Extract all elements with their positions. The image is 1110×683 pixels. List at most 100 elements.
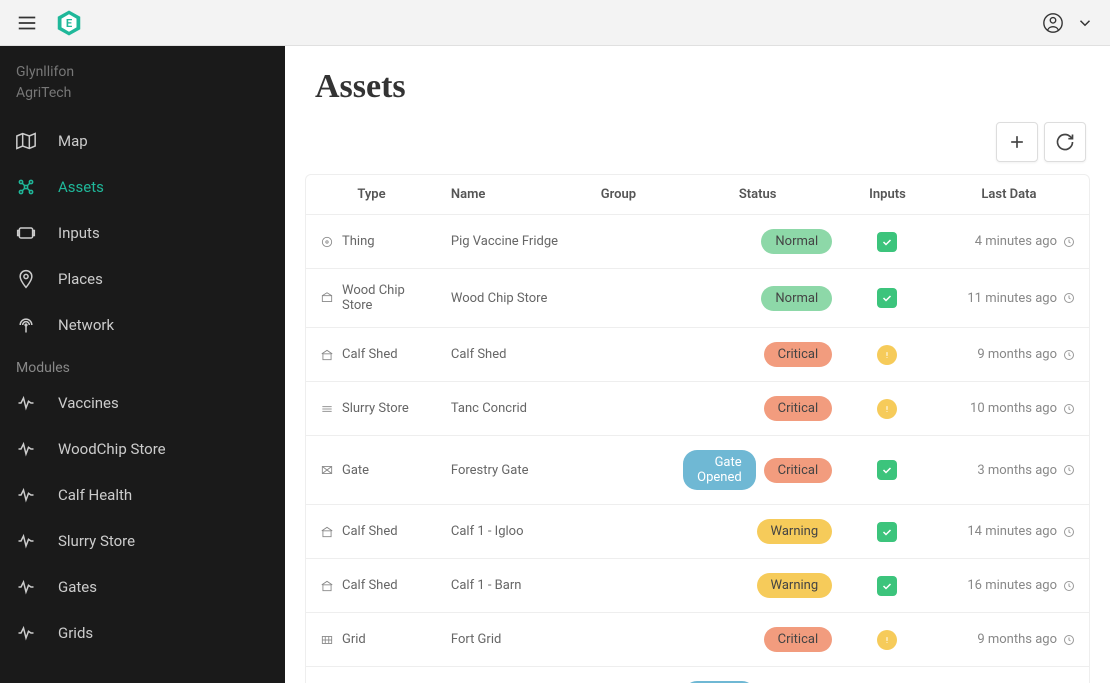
- sidebar-item-assets[interactable]: Assets: [0, 164, 285, 210]
- dropdown-icon[interactable]: [1076, 14, 1094, 32]
- sidebar-item-places[interactable]: Places: [0, 256, 285, 302]
- group-cell: [587, 559, 669, 613]
- type-label: Calf Shed: [342, 578, 398, 593]
- type-label: Slurry Store: [342, 401, 409, 416]
- group-cell: [587, 382, 669, 436]
- sidebar-item-inputs[interactable]: Inputs: [0, 210, 285, 256]
- sidebar-item-map[interactable]: Map: [0, 118, 285, 164]
- type-label: Thing: [342, 234, 375, 249]
- group-cell: [587, 505, 669, 559]
- table-row[interactable]: Grid Fort Grid Critical 9 months ago: [306, 613, 1089, 667]
- inputs-cell: [846, 667, 929, 683]
- status-cell: Critical: [683, 627, 832, 652]
- status-cell: Warning: [683, 519, 832, 544]
- last-data-text: 4 minutes ago: [975, 234, 1057, 249]
- pulse-icon: [16, 531, 36, 551]
- sidebar-module-gates[interactable]: Gates: [0, 564, 285, 610]
- sidebar-module-vaccines[interactable]: Vaccines: [0, 380, 285, 426]
- sidebar-item-label: Grids: [58, 624, 93, 642]
- name-cell: Wood Chip Store: [437, 269, 587, 328]
- header-name[interactable]: Name: [437, 175, 587, 215]
- group-cell: [587, 215, 669, 269]
- table-row[interactable]: Gate Main Gate Gate OpenedCritical 2 hou…: [306, 667, 1089, 683]
- last-data-text: 11 minutes ago: [967, 291, 1057, 306]
- add-button[interactable]: [996, 122, 1038, 162]
- name-cell: Tanc Concrid: [437, 382, 587, 436]
- header-group[interactable]: Group: [587, 175, 669, 215]
- table-row[interactable]: Calf Shed Calf 1 - Igloo Warning 14 minu…: [306, 505, 1089, 559]
- table-row[interactable]: Wood Chip Store Wood Chip Store Normal 1…: [306, 269, 1089, 328]
- assets-icon: [16, 177, 36, 197]
- topbar-right: [1042, 12, 1094, 34]
- name-cell: Pig Vaccine Fridge: [437, 215, 587, 269]
- status-badge-critical: Critical: [764, 627, 832, 652]
- page-title: Assets: [285, 46, 1110, 116]
- clock-icon: [1063, 526, 1075, 538]
- clock-icon: [1063, 349, 1075, 361]
- org-line1: Glynllifon: [16, 62, 269, 83]
- table-row[interactable]: Slurry Store Tanc Concrid Critical 10 mo…: [306, 382, 1089, 436]
- sidebar-item-label: Network: [58, 316, 114, 334]
- sidebar-module-grids[interactable]: Grids: [0, 610, 285, 656]
- status-cell: Warning: [683, 573, 832, 598]
- sidebar-item-label: Map: [58, 132, 88, 150]
- last-data-text: 9 months ago: [977, 347, 1057, 362]
- menu-icon[interactable]: [16, 12, 38, 34]
- refresh-button[interactable]: [1044, 122, 1086, 162]
- last-data-text: 16 minutes ago: [967, 578, 1057, 593]
- status-badge-normal: Normal: [761, 286, 832, 311]
- type-label: Gate: [342, 463, 369, 478]
- table-row[interactable]: Calf Shed Calf 1 - Barn Warning 16 minut…: [306, 559, 1089, 613]
- toolbar: [285, 116, 1110, 174]
- sidebar-item-label: Inputs: [58, 224, 100, 242]
- logo-icon[interactable]: E: [54, 8, 84, 38]
- pulse-icon: [16, 577, 36, 597]
- status-badge-critical: Critical: [764, 396, 832, 421]
- last-data-cell: 9 months ago: [943, 347, 1075, 362]
- status-badge-info: Gate Opened: [683, 450, 756, 490]
- last-data-cell: 11 minutes ago: [943, 291, 1075, 306]
- user-icon[interactable]: [1042, 12, 1064, 34]
- sidebar-item-label: Assets: [58, 178, 104, 196]
- input-ok-icon: [877, 288, 897, 308]
- last-data-text: 10 months ago: [970, 401, 1057, 416]
- table-row[interactable]: Gate Forestry Gate Gate OpenedCritical 3…: [306, 436, 1089, 505]
- places-icon: [16, 269, 36, 289]
- clock-icon: [1063, 634, 1075, 646]
- header-inputs[interactable]: Inputs: [846, 175, 929, 215]
- sidebar-module-calf-health[interactable]: Calf Health: [0, 472, 285, 518]
- inputs-cell: [846, 436, 929, 505]
- svg-text:E: E: [66, 16, 73, 29]
- table-row[interactable]: Thing Pig Vaccine Fridge Normal 4 minute…: [306, 215, 1089, 269]
- input-ok-icon: [877, 460, 897, 480]
- type-cell: Calf Shed: [320, 578, 423, 593]
- topbar-left: E: [16, 8, 84, 38]
- input-ok-icon: [877, 576, 897, 596]
- group-cell: [587, 269, 669, 328]
- name-cell: Forestry Gate: [437, 436, 587, 505]
- input-warn-icon: [877, 345, 897, 365]
- sidebar-item-label: Vaccines: [58, 394, 119, 412]
- table-row[interactable]: Calf Shed Calf Shed Critical 9 months ag…: [306, 328, 1089, 382]
- sidebar-module-woodchip-store[interactable]: WoodChip Store: [0, 426, 285, 472]
- map-icon: [16, 131, 36, 151]
- pulse-icon: [16, 393, 36, 413]
- clock-icon: [1063, 236, 1075, 248]
- sidebar-item-network[interactable]: Network: [0, 302, 285, 348]
- modules-heading: Modules: [0, 360, 285, 376]
- group-cell: [587, 436, 669, 505]
- header-status[interactable]: Status: [669, 175, 846, 215]
- name-cell: Main Gate: [437, 667, 587, 683]
- header-last[interactable]: Last Data: [929, 175, 1089, 215]
- inputs-cell: [846, 328, 929, 382]
- header-type[interactable]: Type: [306, 175, 437, 215]
- type-cell: Thing: [320, 234, 423, 249]
- name-cell: Calf Shed: [437, 328, 587, 382]
- last-data-cell: 14 minutes ago: [943, 524, 1075, 539]
- type-cell: Calf Shed: [320, 524, 423, 539]
- sidebar-module-slurry-store[interactable]: Slurry Store: [0, 518, 285, 564]
- last-data-cell: 4 minutes ago: [943, 234, 1075, 249]
- sidebar-item-label: WoodChip Store: [58, 440, 166, 458]
- type-shed-icon: [320, 348, 334, 362]
- type-cell: Slurry Store: [320, 401, 423, 416]
